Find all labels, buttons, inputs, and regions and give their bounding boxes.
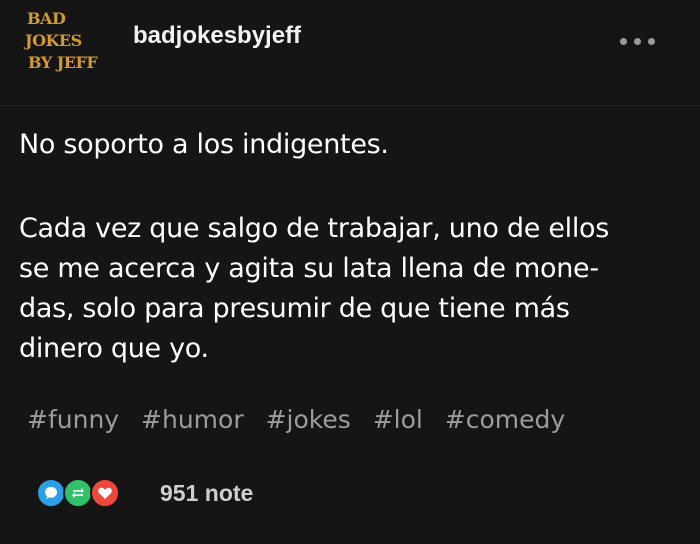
more-icon[interactable]: [620, 38, 656, 46]
tag-jokes[interactable]: #jokes: [266, 405, 351, 434]
post-text-line: No soporto a los indigentes.: [19, 129, 389, 160]
post-text-line: se me acerca y agita su lata llena de mo…: [19, 253, 599, 284]
tag-humor[interactable]: #humor: [141, 405, 244, 434]
post-text-line: Cada vez que salgo de trabajar, uno de e…: [19, 213, 610, 244]
logo-line-1: BAD: [27, 9, 66, 28]
post-text-line: das, solo para presumir de que tiene más: [19, 293, 570, 324]
like-icon[interactable]: [90, 478, 120, 508]
notes-count[interactable]: 951 note: [160, 480, 253, 507]
logo-line-2: JOKES: [25, 31, 82, 50]
tag-funny[interactable]: #funny: [27, 405, 119, 434]
blog-avatar-logo[interactable]: BAD JOKES BY JEFF: [25, 6, 115, 78]
blog-name-link[interactable]: badjokesbyjeff: [133, 22, 301, 50]
logo-line-3: BY JEFF: [28, 53, 98, 72]
post-text-line: dinero que yo.: [19, 333, 209, 364]
post-body: No soporto a los indigentes. Cada vez qu…: [19, 125, 689, 369]
post-header: BAD JOKES BY JEFF badjokesbyjeff: [0, 0, 700, 106]
reply-icon[interactable]: [36, 478, 66, 508]
tag-comedy[interactable]: #comedy: [445, 405, 565, 434]
post-card: BAD JOKES BY JEFF badjokesbyjeff No sopo…: [0, 0, 700, 544]
post-tags: #funny #humor #jokes #lol #comedy: [27, 405, 579, 434]
reblog-icon[interactable]: [63, 478, 93, 508]
tag-lol[interactable]: #lol: [373, 405, 423, 434]
